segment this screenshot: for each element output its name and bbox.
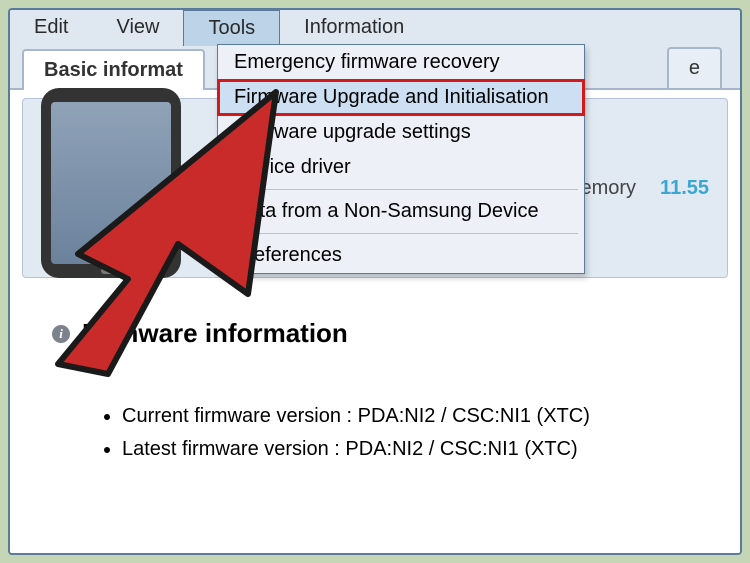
tablet-home-button-icon	[101, 268, 121, 274]
tab-partial[interactable]: e	[667, 47, 722, 88]
menu-item-firmware-upgrade-initialisation[interactable]: Firmware Upgrade and Initialisation	[218, 80, 584, 115]
firmware-heading: i Firmware information	[52, 318, 728, 349]
menu-view[interactable]: View	[92, 10, 183, 46]
menu-edit[interactable]: Edit	[10, 10, 92, 46]
menu-item-import-non-samsung[interactable]: Data from a Non-Samsung Device	[218, 194, 584, 229]
menu-item-emergency-recovery[interactable]: Emergency firmware recovery	[218, 45, 584, 80]
firmware-heading-text: Firmware information	[82, 318, 348, 349]
tab-basic-information[interactable]: Basic informat	[22, 49, 205, 90]
menu-separator	[224, 233, 578, 234]
firmware-section: i Firmware information Current firmware …	[22, 278, 728, 461]
menu-information[interactable]: Information	[280, 10, 428, 46]
menu-item-preferences[interactable]: Preferences	[218, 238, 584, 273]
menu-separator	[224, 189, 578, 190]
firmware-latest-version: Latest firmware version : PDA:NI2 / CSC:…	[122, 438, 728, 461]
info-icon: i	[52, 325, 70, 343]
tools-dropdown: Emergency firmware recovery Firmware Upg…	[217, 44, 585, 274]
tablet-screen	[51, 102, 171, 264]
device-tablet-icon	[41, 88, 181, 278]
menubar: Edit View Tools Information	[10, 10, 740, 46]
menu-item-device-driver[interactable]: Device driver	[218, 150, 584, 185]
memory-value: 11.55	[660, 177, 709, 200]
menu-item-firmware-upgrade-settings[interactable]: Firmware upgrade settings	[218, 115, 584, 150]
firmware-current-version: Current firmware version : PDA:NI2 / CSC…	[122, 405, 728, 428]
menu-tools[interactable]: Tools	[183, 10, 280, 46]
firmware-list: Current firmware version : PDA:NI2 / CSC…	[122, 405, 728, 461]
